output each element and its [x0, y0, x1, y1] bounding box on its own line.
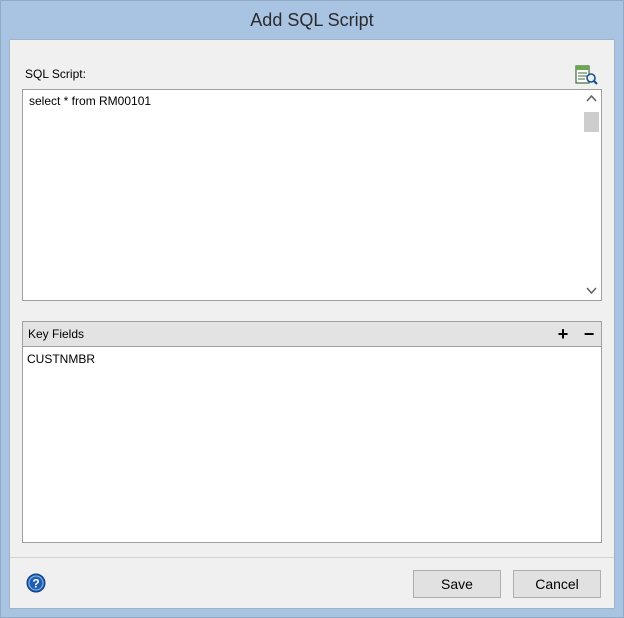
dialog-body: SQL Script: select * from RM00101 Key Fi…	[9, 39, 615, 609]
add-sql-script-dialog: Add SQL Script SQL Script: select * from…	[0, 0, 624, 618]
sql-script-textarea[interactable]: select * from RM00101	[22, 89, 602, 301]
sql-vertical-scrollbar[interactable]	[582, 90, 601, 300]
save-button[interactable]: Save	[413, 570, 501, 598]
scroll-up-arrow-icon[interactable]	[582, 90, 601, 107]
help-icon[interactable]: ?	[26, 573, 46, 593]
sql-script-text[interactable]: select * from RM00101	[29, 94, 151, 108]
scroll-thumb[interactable]	[584, 112, 599, 132]
footer-separator	[10, 557, 614, 558]
remove-key-field-button[interactable]: −	[579, 323, 599, 345]
query-viewer-icon[interactable]	[575, 64, 599, 86]
cancel-button[interactable]: Cancel	[513, 570, 601, 598]
key-fields-header: Key Fields + −	[23, 322, 601, 347]
sql-script-label: SQL Script:	[25, 67, 86, 81]
scroll-down-arrow-icon[interactable]	[582, 282, 601, 299]
key-field-row[interactable]: CUSTNMBR	[27, 352, 95, 366]
key-fields-title: Key Fields	[28, 327, 85, 341]
add-key-field-button[interactable]: +	[553, 323, 573, 345]
svg-text:?: ?	[32, 577, 39, 591]
key-fields-panel: Key Fields + − CUSTNMBR	[22, 321, 602, 543]
window-title: Add SQL Script	[1, 1, 623, 39]
